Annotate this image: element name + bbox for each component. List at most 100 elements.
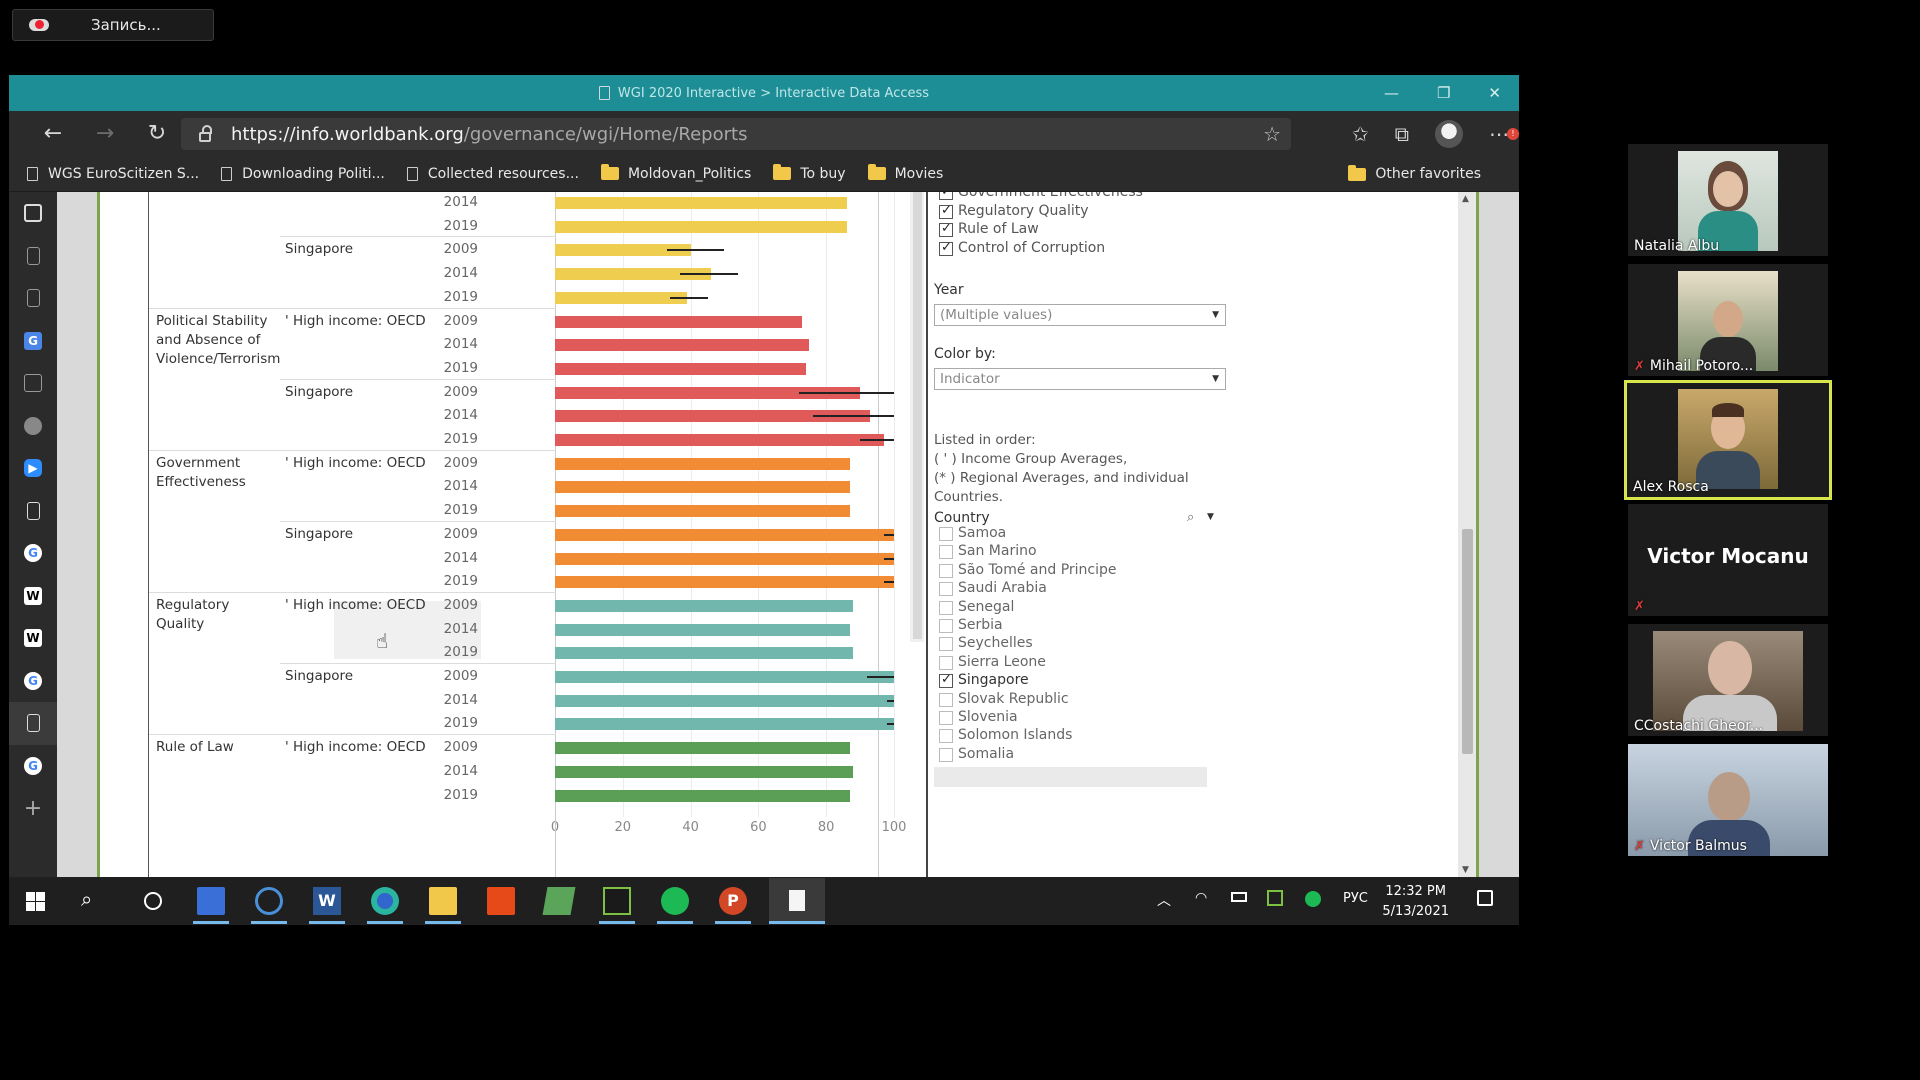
sidebar-item[interactable]: W xyxy=(9,617,57,660)
spotify-tray-icon[interactable] xyxy=(1305,891,1321,907)
search-icon[interactable]: ⌕ xyxy=(1187,510,1194,525)
add-favorite-icon[interactable]: ☆ xyxy=(1263,122,1281,146)
sidebar-item[interactable]: G xyxy=(9,320,57,363)
forward-icon[interactable]: → xyxy=(79,121,131,146)
country-checkbox-label[interactable]: Seychelles xyxy=(958,635,1033,651)
scroll-thumb[interactable] xyxy=(1462,529,1473,754)
favorite-folder[interactable]: To buy xyxy=(773,164,846,182)
page-scrollbar[interactable]: ▲ ▼ xyxy=(1458,192,1476,877)
indicator-checkbox[interactable] xyxy=(939,221,953,237)
country-checkbox[interactable] xyxy=(939,655,953,670)
system-clock[interactable]: 12:32 PM 5/13/2021 xyxy=(1382,882,1449,922)
country-checkbox[interactable] xyxy=(939,600,953,615)
country-checkbox[interactable] xyxy=(939,729,953,744)
participant-tile[interactable]: Natalia Albu xyxy=(1628,144,1828,256)
bar[interactable] xyxy=(555,671,894,683)
close-icon[interactable]: ✕ xyxy=(1488,84,1501,102)
participant-tile[interactable]: CCostachi Gheor... xyxy=(1628,624,1828,736)
favorite-folder[interactable]: Movies xyxy=(867,164,943,182)
recording-indicator[interactable]: Запись... xyxy=(12,9,214,41)
country-checkbox-label[interactable]: Saudi Arabia xyxy=(958,580,1047,596)
bar[interactable] xyxy=(555,742,850,755)
bar[interactable] xyxy=(555,197,847,209)
refresh-icon[interactable]: ↻ xyxy=(131,121,183,146)
country-checkbox-label[interactable]: Slovak Republic xyxy=(958,691,1069,707)
country-checkbox[interactable] xyxy=(939,692,953,707)
restore-icon[interactable]: ❐ xyxy=(1437,84,1450,102)
favorites-icon[interactable]: ✩ xyxy=(1352,122,1369,146)
country-checkbox-label[interactable]: Samoa xyxy=(958,525,1006,541)
bar[interactable] xyxy=(555,457,850,470)
sidebar-item[interactable] xyxy=(9,362,57,405)
country-checkbox-label[interactable]: Singapore xyxy=(958,672,1029,688)
notification-center-icon[interactable] xyxy=(1477,890,1493,906)
active-taskbar-item[interactable] xyxy=(769,878,825,924)
country-checkbox[interactable] xyxy=(939,747,953,762)
sidebar-item[interactable] xyxy=(9,277,57,320)
back-icon[interactable]: ← xyxy=(27,121,79,146)
chart-scrollbar[interactable] xyxy=(910,192,924,642)
bar[interactable] xyxy=(555,362,806,375)
cortana-icon[interactable] xyxy=(139,887,167,915)
bar[interactable] xyxy=(555,220,847,233)
scroll-down-icon[interactable]: ▼ xyxy=(1462,865,1469,875)
bar[interactable] xyxy=(555,528,894,541)
indicator-checkbox[interactable] xyxy=(939,240,953,256)
country-checkbox[interactable] xyxy=(939,711,953,725)
country-checkbox-label[interactable]: São Tomé and Principe xyxy=(958,562,1117,578)
indicator-checkbox-label[interactable]: Rule of Law xyxy=(958,221,1039,237)
country-checkbox[interactable] xyxy=(939,637,953,652)
sidebar-item[interactable]: G xyxy=(9,660,57,703)
sidebar-item[interactable] xyxy=(9,235,57,278)
sidebar-item[interactable]: ▶ xyxy=(9,447,57,490)
minimize-icon[interactable]: — xyxy=(1384,84,1399,102)
tray-chevron-icon[interactable]: ︿ xyxy=(1157,890,1171,910)
participant-tile[interactable]: Victor Mocanu ✗ xyxy=(1628,504,1828,616)
bar[interactable] xyxy=(555,434,884,446)
bar[interactable] xyxy=(555,481,850,494)
bar[interactable] xyxy=(555,552,894,565)
favorite-item[interactable]: Downloading Politi... xyxy=(221,166,385,182)
country-checkbox-label[interactable]: Senegal xyxy=(958,599,1014,615)
participant-tile[interactable]: ✗ Victor Balmus xyxy=(1628,744,1828,856)
address-bar[interactable]: https://info.worldbank.org/governance/wg… xyxy=(181,118,1291,150)
bar[interactable] xyxy=(555,789,850,802)
participant-tile[interactable]: ✗ Mihail Potoro... xyxy=(1628,264,1828,376)
sidebar-item[interactable] xyxy=(9,405,57,448)
sidebar-item[interactable]: G xyxy=(9,532,57,575)
bar[interactable] xyxy=(555,291,688,304)
chevron-down-icon[interactable]: ▼ xyxy=(1207,512,1214,522)
country-checkbox[interactable] xyxy=(939,545,953,560)
favorite-item[interactable]: Collected resources... xyxy=(406,166,579,182)
more-menu-icon[interactable]: ⋯! xyxy=(1489,122,1519,146)
app-tray-icon[interactable] xyxy=(1267,890,1283,906)
country-checkbox-label[interactable]: Serbia xyxy=(958,617,1003,633)
save-app-icon[interactable] xyxy=(197,887,225,915)
indicator-checkbox-label[interactable]: Control of Corruption xyxy=(958,240,1105,256)
bar[interactable] xyxy=(555,576,894,589)
year-dropdown[interactable]: (Multiple values) ▼ xyxy=(934,304,1226,326)
color-by-dropdown[interactable]: Indicator ▼ xyxy=(934,368,1226,390)
sidebar-add[interactable]: + xyxy=(9,787,57,830)
indicator-checkbox[interactable] xyxy=(939,192,953,200)
sidebar-item[interactable] xyxy=(9,702,57,745)
collections-icon[interactable]: ⧉ xyxy=(1395,122,1409,146)
windows-start-icon[interactable] xyxy=(23,887,51,915)
sidebar-item[interactable]: W xyxy=(9,575,57,618)
bar[interactable] xyxy=(555,599,854,612)
word-icon[interactable]: W xyxy=(313,887,341,915)
powerpoint-icon[interactable]: P xyxy=(719,887,747,915)
country-checkbox-label[interactable]: Slovenia xyxy=(958,709,1018,725)
edge-icon[interactable] xyxy=(371,887,399,915)
sidebar-item[interactable] xyxy=(9,192,57,235)
battery-icon[interactable] xyxy=(1231,892,1247,902)
country-checkbox[interactable] xyxy=(939,527,953,541)
indicator-checkbox-label[interactable]: Government Effectiveness xyxy=(958,192,1143,200)
indicator-checkbox[interactable] xyxy=(939,203,953,219)
bar[interactable] xyxy=(555,718,894,731)
indicator-checkbox-label[interactable]: Regulatory Quality xyxy=(958,203,1089,219)
country-checkbox[interactable] xyxy=(939,672,953,689)
bar[interactable] xyxy=(555,505,850,518)
sidebar-item[interactable]: G xyxy=(9,745,57,788)
bar[interactable] xyxy=(555,315,803,328)
